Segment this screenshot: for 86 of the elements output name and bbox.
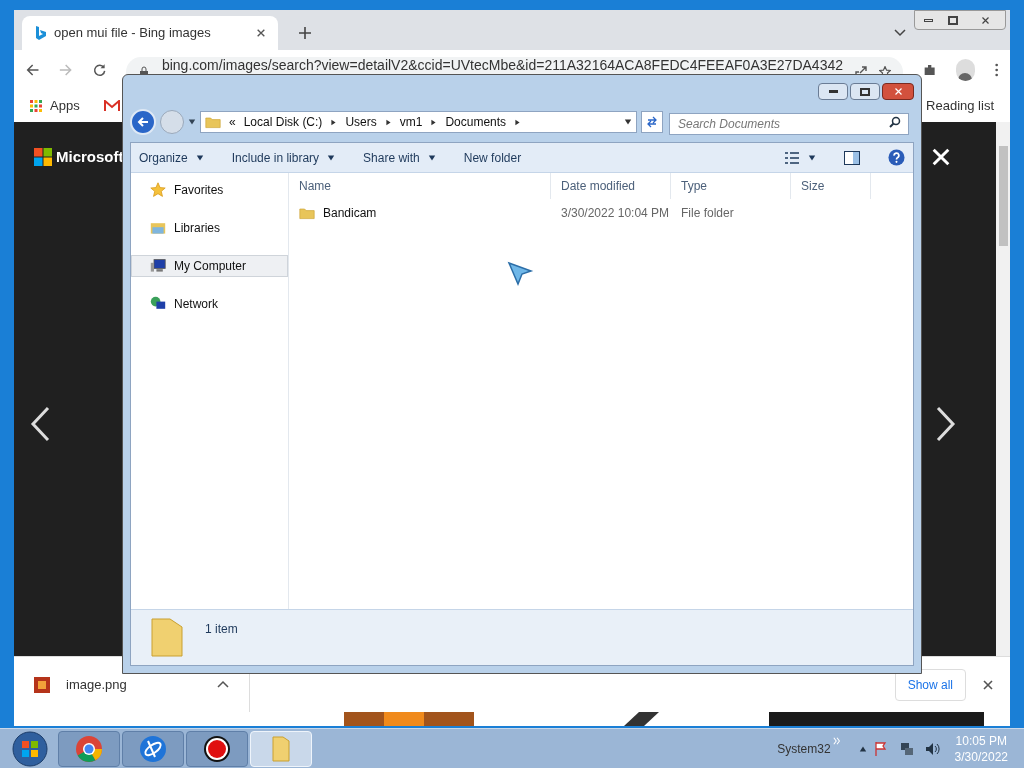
breadcrumb-item[interactable]: Local Disk (C:): [243, 113, 323, 131]
mail-icon[interactable]: [103, 100, 120, 112]
folder-icon: [205, 114, 221, 130]
avatar[interactable]: [956, 59, 975, 81]
refresh-icon: [646, 116, 658, 128]
maximize-icon[interactable]: [850, 83, 880, 100]
apps-grid-icon: [30, 100, 42, 112]
caret-right-icon[interactable]: [514, 118, 522, 126]
browser-tab[interactable]: open mui file - Bing images: [22, 16, 278, 50]
network-icon: [150, 296, 166, 312]
nav-item[interactable]: Favorites: [131, 179, 288, 201]
atom-icon: [139, 734, 167, 763]
library-icon: [150, 220, 166, 236]
address-field[interactable]: « Local Disk (C:) Users vm1 Documents: [200, 111, 637, 133]
caret-down-icon: [327, 153, 336, 162]
column-header[interactable]: Size: [791, 173, 871, 199]
toolbar-label[interactable]: System32: [777, 739, 831, 758]
column-header[interactable]: Name: [289, 173, 551, 199]
caret-up-icon[interactable]: [858, 744, 867, 753]
chevron-left-icon[interactable]: [30, 406, 50, 442]
chrome-icon: [75, 734, 103, 763]
bing-icon: [34, 25, 46, 41]
windows-orb-icon: [12, 730, 48, 767]
caret-down-icon[interactable]: [188, 118, 196, 126]
folder-icon: [299, 205, 315, 221]
microsoft-logo[interactable]: Microsoft: [34, 145, 124, 169]
file-name: Bandicam: [323, 205, 377, 222]
folder-icon: [149, 616, 185, 658]
menu-icon[interactable]: [994, 62, 998, 78]
back-icon[interactable]: [26, 62, 40, 78]
flag-icon[interactable]: [872, 740, 889, 757]
caret-down-icon: [195, 153, 204, 162]
record-icon: [203, 734, 231, 763]
nav-item[interactable]: Network: [131, 293, 288, 315]
breadcrumb-item[interactable]: Documents: [445, 113, 507, 131]
close-icon[interactable]: [256, 28, 266, 38]
new-tab-icon[interactable]: [298, 26, 312, 40]
scrollbar[interactable]: [996, 122, 1010, 656]
column-header[interactable]: Type: [671, 173, 791, 199]
caret-right-icon[interactable]: [330, 118, 338, 126]
close-icon[interactable]: [982, 678, 994, 691]
table-cell-text: File folder: [680, 205, 735, 222]
toolbar-button[interactable]: Share with: [363, 148, 436, 167]
chevron-right-icon[interactable]: [936, 406, 956, 442]
table-cell-text: 3/30/2022 10:04 PM: [560, 205, 671, 222]
caret-right-icon[interactable]: [430, 118, 438, 126]
close-icon[interactable]: [930, 146, 952, 168]
nav-item[interactable]: Libraries: [131, 217, 288, 239]
taskbar-app-button[interactable]: [186, 730, 248, 767]
list-view-icon: [784, 151, 800, 164]
toolbar-button[interactable]: Include in library: [231, 148, 336, 167]
url-text: bing.com/images/search?view=detailV2&ccid=UVtecMbe&id=211A32164ACA8FEDC4FEEAF0A3E27DA4342: [161, 57, 843, 73]
minimize-icon[interactable]: [818, 83, 848, 100]
folder-icon: [269, 734, 293, 763]
toolbar-button[interactable]: Organize: [139, 148, 204, 167]
computer-icon: [150, 258, 166, 274]
item-count: 1 item: [205, 621, 238, 638]
search-field[interactable]: Search Documents: [669, 113, 909, 135]
reading-list-link[interactable]: Reading list: [926, 96, 994, 116]
star-icon: [150, 182, 166, 198]
breadcrumb-item[interactable]: vm1: [399, 113, 423, 131]
bookmark-item[interactable]: Apps: [30, 96, 80, 116]
caret-down-icon: [427, 153, 436, 162]
image-file-icon: [34, 676, 50, 693]
caret-right-icon[interactable]: [384, 118, 392, 126]
caret-down-icon: [808, 153, 816, 162]
caret-down-icon[interactable]: [624, 118, 632, 126]
network-icon[interactable]: [898, 740, 915, 757]
help-icon[interactable]: [888, 149, 905, 166]
column-header[interactable]: Date modified: [551, 173, 671, 199]
breadcrumb-item[interactable]: Users: [345, 113, 377, 131]
preview-pane-icon[interactable]: [844, 150, 860, 165]
refresh-button[interactable]: [641, 111, 663, 133]
close-icon[interactable]: [980, 15, 990, 25]
toolbar-button[interactable]: New folder: [463, 148, 522, 167]
reload-icon[interactable]: [92, 62, 106, 78]
arrow-left-icon: [137, 116, 149, 128]
windows-logo-icon: [34, 148, 52, 166]
chevron-down-icon[interactable]: [894, 26, 906, 38]
breadcrumb-item[interactable]: «: [229, 113, 236, 131]
view-options-button[interactable]: [784, 151, 816, 164]
nav-item[interactable]: My Computer: [131, 255, 288, 277]
file-row[interactable]: Bandicam 3/30/2022 10:04 PM File folder: [289, 199, 913, 227]
search-icon: [889, 116, 901, 128]
back-button[interactable]: [130, 109, 156, 135]
tab-title: open mui file - Bing images: [54, 24, 212, 43]
